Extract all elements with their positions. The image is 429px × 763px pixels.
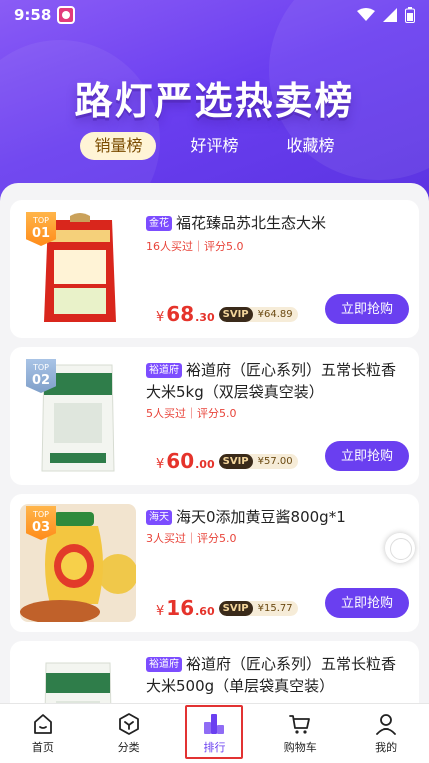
svip-price-badge: SVIP ¥64.89 <box>218 306 298 322</box>
wifi-icon <box>357 8 375 21</box>
price: ¥ 60 .00 SVIP ¥57.00 <box>156 449 298 473</box>
rank-badge: TOP 01 <box>26 212 56 246</box>
product-meta: 16人买过｜评分5.0 <box>146 240 244 253</box>
page-title: 路灯严选热卖榜 <box>74 79 355 123</box>
shop-tag: 裕道府 <box>146 657 182 672</box>
product-meta: 3人买过｜评分5.0 <box>146 532 237 545</box>
tab-cart[interactable]: 购物车 <box>257 704 343 763</box>
category-icon <box>118 713 139 735</box>
price: ¥ 68 .30 SVIP ¥64.89 <box>156 302 298 326</box>
battery-icon <box>405 7 415 23</box>
app-notification-icon <box>57 6 76 24</box>
buy-now-button[interactable]: 立即抢购 <box>325 294 409 324</box>
product-card[interactable]: TOP 01 金花 福花臻品苏北生态大米 16人买过｜评分5.0 ¥ 68 .30… <box>10 200 419 338</box>
ranking-tab-highlight <box>185 705 243 759</box>
cart-icon <box>289 715 311 734</box>
product-title[interactable]: 海天 海天0添加黄豆酱800g*1 <box>146 506 408 528</box>
product-meta: 5人买过｜评分5.0 <box>146 407 237 420</box>
svip-price-badge: SVIP ¥57.00 <box>218 453 298 469</box>
floating-assistive-button[interactable] <box>385 533 415 563</box>
svip-price-badge: SVIP ¥15.77 <box>218 600 298 616</box>
tab-home[interactable]: 首页 <box>0 704 86 763</box>
status-time: 9:58 <box>14 6 52 24</box>
shop-tag: 海天 <box>146 510 172 525</box>
buy-now-button[interactable]: 立即抢购 <box>325 441 409 471</box>
tab-category[interactable]: 分类 <box>86 704 172 763</box>
product-card[interactable]: TOP 03 海天 海天0添加黄豆酱800g*1 3人买过｜评分5.0 ¥ 16 … <box>10 494 419 632</box>
rank-badge: TOP 02 <box>26 359 56 393</box>
price: ¥ 16 .60 SVIP ¥15.77 <box>156 596 298 620</box>
ranking-tabs: 销量榜 好评榜 收藏榜 <box>0 132 429 160</box>
buy-now-button[interactable]: 立即抢购 <box>325 588 409 618</box>
signal-icon <box>383 8 397 22</box>
product-list[interactable]: TOP 01 金花 福花臻品苏北生态大米 16人买过｜评分5.0 ¥ 68 .30… <box>0 183 429 713</box>
product-title[interactable]: 金花 福花臻品苏北生态大米 <box>146 212 408 234</box>
profile-icon <box>376 714 396 735</box>
tab-rating-ranking[interactable]: 好评榜 <box>176 132 252 160</box>
status-bar: 9:58 <box>0 0 429 30</box>
shop-tag: 裕道府 <box>146 363 182 378</box>
tab-sales-ranking[interactable]: 销量榜 <box>80 132 157 160</box>
shop-tag: 金花 <box>146 216 172 231</box>
home-icon <box>33 714 52 734</box>
product-card[interactable]: TOP 02 裕道府 裕道府（匠心系列）五常长粒香大米5kg（双层袋真空装） 5人… <box>10 347 419 485</box>
product-title[interactable]: 裕道府 裕道府（匠心系列）五常长粒香大米5kg（双层袋真空装） <box>146 359 408 403</box>
product-title[interactable]: 裕道府 裕道府（匠心系列）五常长粒香大米500g（单层袋真空装） <box>146 653 408 697</box>
rank-badge: TOP 03 <box>26 506 56 540</box>
tab-favorites-ranking[interactable]: 收藏榜 <box>273 132 349 160</box>
tab-profile[interactable]: 我的 <box>343 704 429 763</box>
